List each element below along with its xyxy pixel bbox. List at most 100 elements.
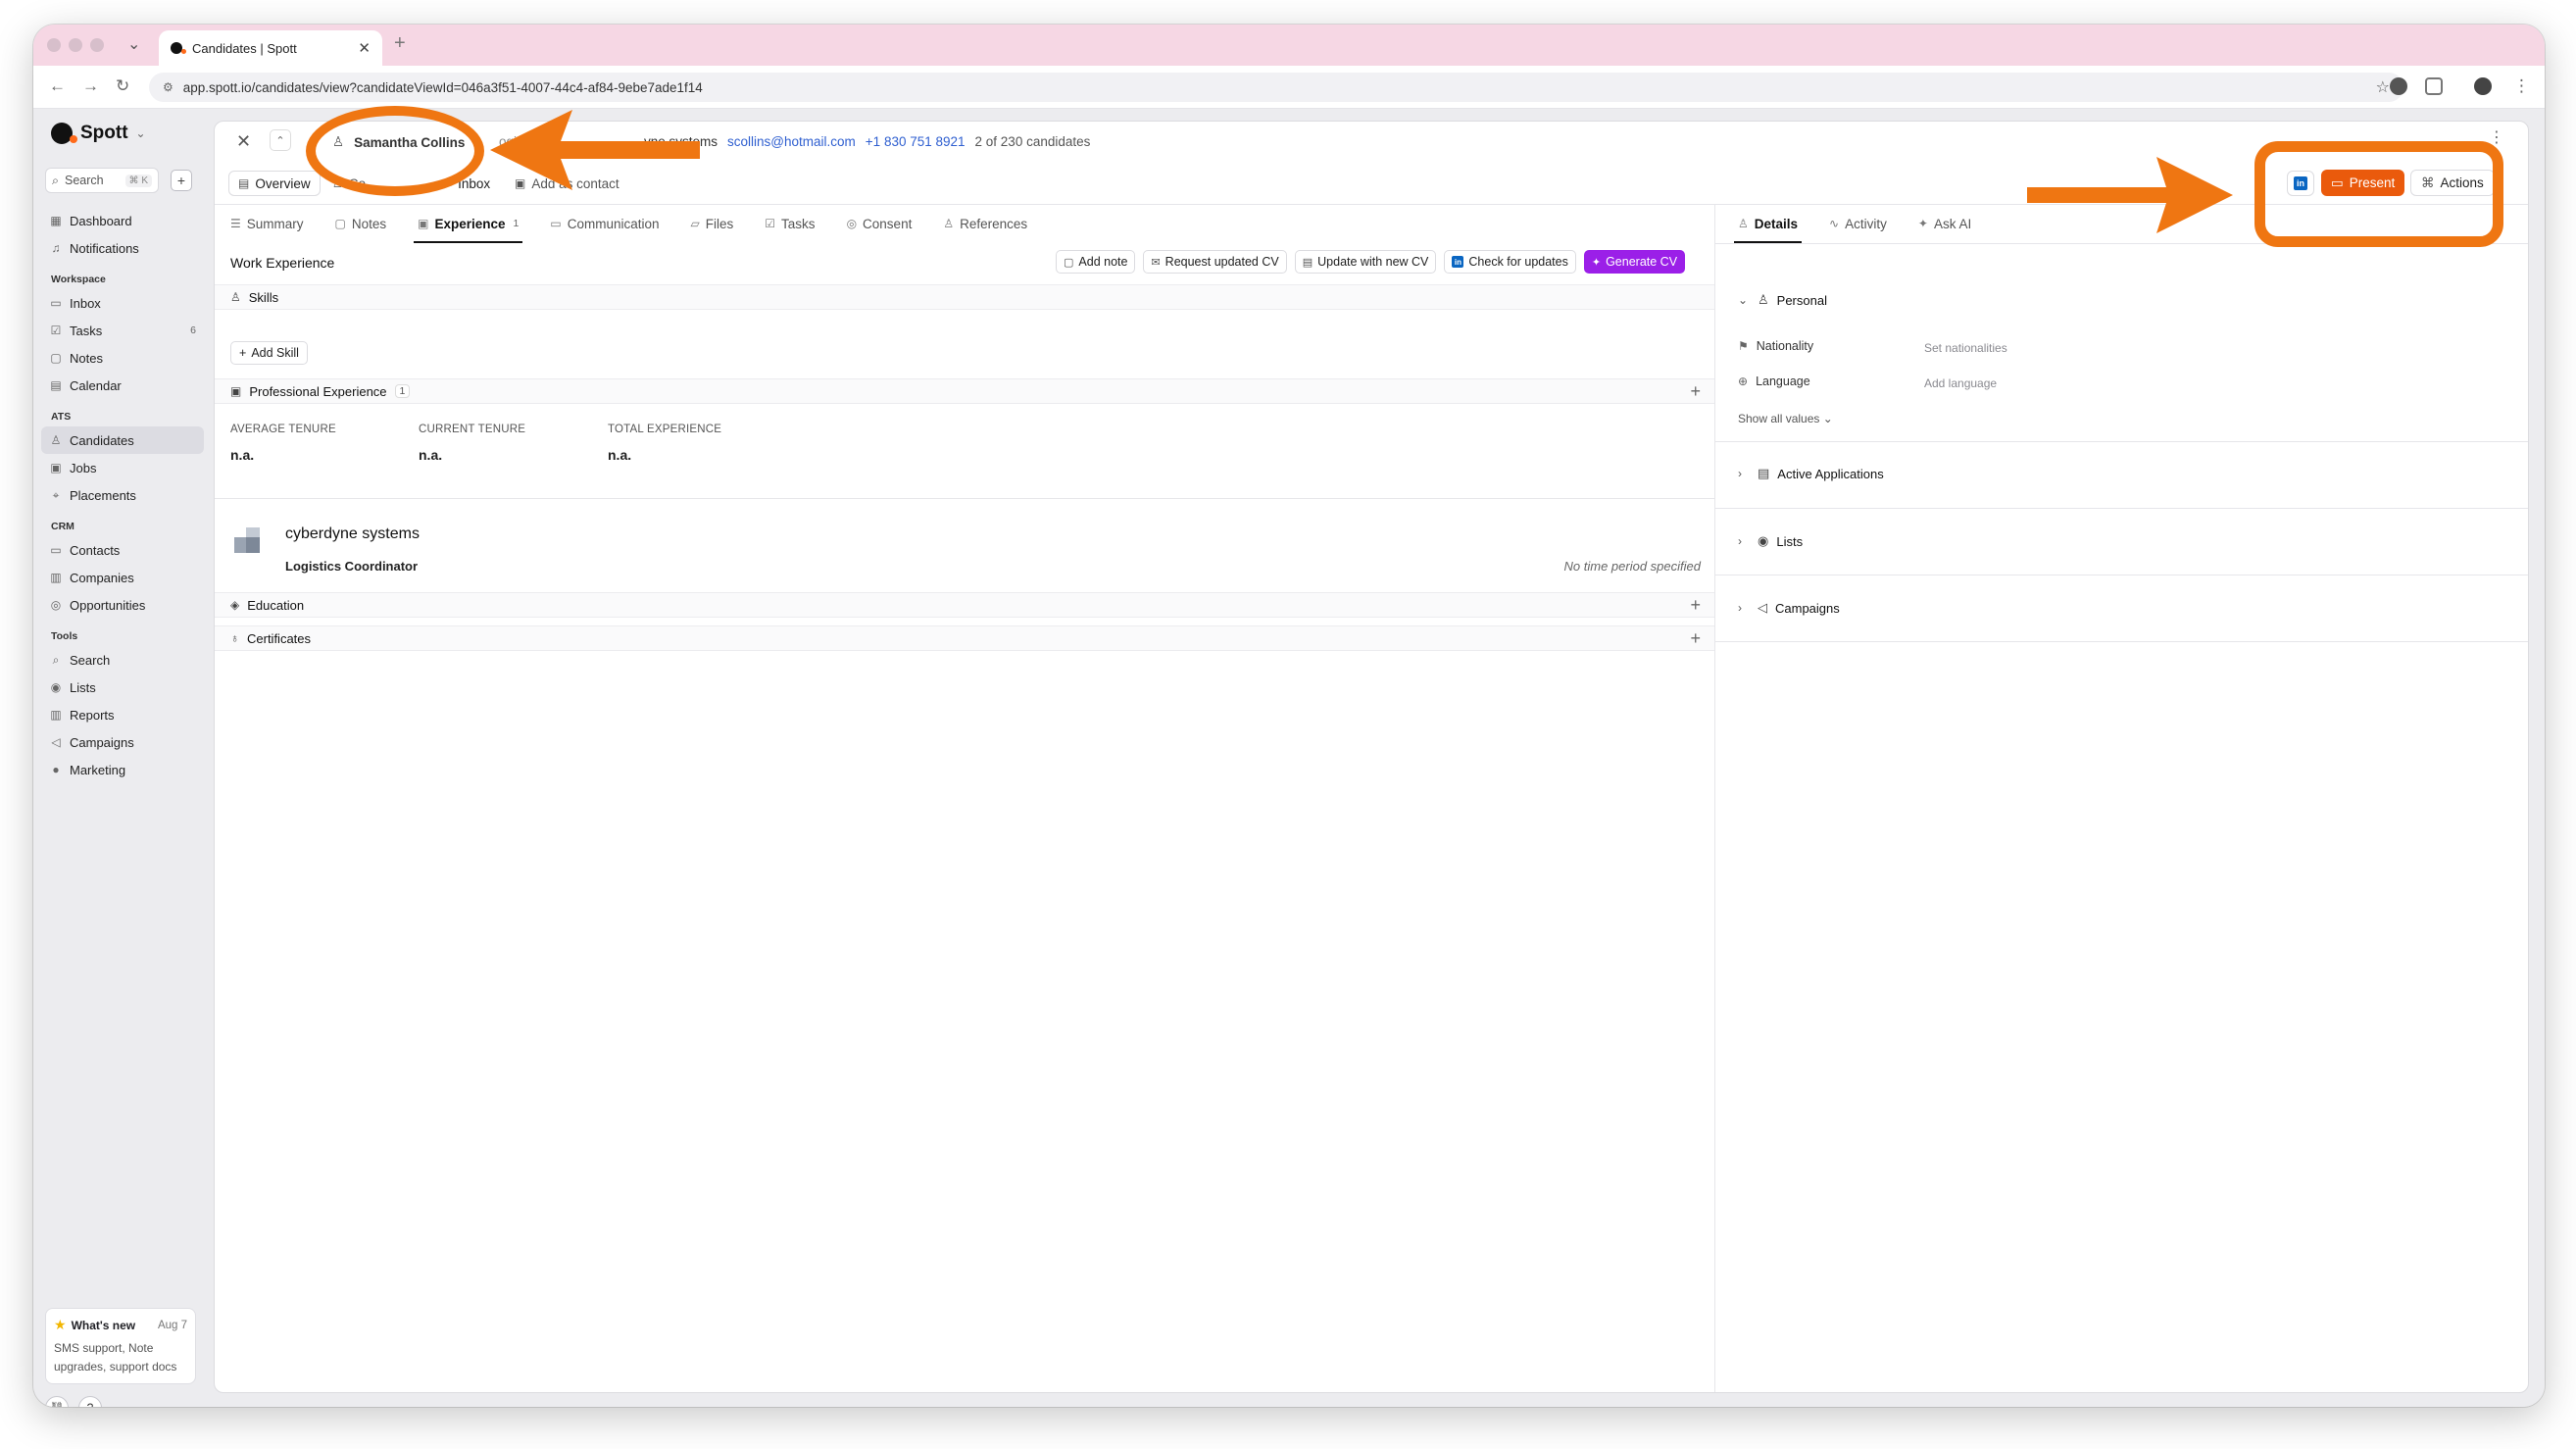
tab-communication[interactable]: ▭ Communication — [534, 204, 674, 243]
sidebar-item-label: Campaigns — [70, 734, 134, 750]
experience-role: Logistics Coordinator — [285, 559, 419, 574]
sidebar-nav: ▦ Dashboard ♫ Notifications Workspace ▭ … — [41, 207, 204, 783]
section-label: Campaigns — [1775, 600, 1840, 616]
link-icon[interactable]: ⛓ — [45, 1396, 69, 1407]
add-skill-label: Add Skill — [251, 346, 299, 360]
sidebar-item-companies[interactable]: ▥ Companies — [41, 564, 204, 591]
request-updated-cv-button[interactable]: ✉ Request updated CV — [1143, 250, 1287, 274]
close-panel-icon[interactable]: ✕ — [236, 131, 251, 152]
maximize-window-icon[interactable] — [90, 38, 104, 52]
education-header[interactable]: ◈ Education + — [215, 592, 1714, 618]
tab-experience[interactable]: ▣ Experience 1 — [402, 204, 534, 243]
message-icon: ▭ — [550, 217, 562, 230]
extensions-puzzle-icon[interactable] — [2425, 77, 2443, 95]
sidebar-item-candidates[interactable]: ♙ Candidates — [41, 426, 204, 454]
sidebar-item-dashboard[interactable]: ▦ Dashboard — [41, 207, 204, 234]
applications-icon: ▤ — [1758, 466, 1770, 480]
star-icon: ★ — [54, 1317, 67, 1332]
update-with-new-cv-button[interactable]: ▤ Update with new CV — [1294, 250, 1437, 274]
check-for-updates-button[interactable]: in Check for updates — [1444, 250, 1576, 274]
browser-tabstrip: ⌄ Candidates | Spott ✕ + — [33, 25, 2545, 66]
sidebar-item-tasks[interactable]: ☑ Tasks 6 — [41, 317, 204, 344]
nationality-value[interactable]: Set nationalities — [1924, 341, 2007, 355]
personal-section-header[interactable]: ⌄ ♙ Personal — [1722, 292, 2528, 308]
tab-summary[interactable]: ☰ Summary — [215, 204, 320, 243]
sidebar-section-title: ATS — [51, 411, 72, 423]
sidebar-item-search[interactable]: ⌕ Search — [41, 646, 204, 674]
minimize-window-icon[interactable] — [69, 38, 82, 52]
show-all-values-link[interactable]: Show all values ⌄ — [1738, 412, 1833, 425]
site-settings-icon[interactable]: ⚙ — [163, 80, 173, 94]
tab-consent[interactable]: ◎ Consent — [831, 204, 928, 243]
tab-notes[interactable]: ▢ Notes — [320, 204, 403, 243]
profile-avatar-icon[interactable] — [2474, 77, 2492, 95]
previous-candidate-button[interactable]: ⌃ — [270, 129, 291, 151]
search-icon: ⌕ — [52, 173, 60, 187]
add-education-icon[interactable]: + — [1690, 595, 1701, 616]
tab-label: Ask AI — [1933, 216, 1972, 231]
sidebar-item-contacts[interactable]: ▭ Contacts — [41, 536, 204, 564]
add-skill-button[interactable]: + Add Skill — [230, 341, 308, 365]
company-logo-icon — [234, 527, 260, 553]
tab-tasks[interactable]: ☑ Tasks — [749, 204, 830, 243]
sidebar-item-reports[interactable]: ▥ Reports — [41, 701, 204, 728]
brand-logo[interactable]: Spott ⌄ — [51, 123, 146, 144]
notes-icon: ▢ — [334, 217, 346, 230]
candidate-phone-link[interactable]: +1 830 751 8921 — [866, 134, 966, 149]
generate-cv-button[interactable]: ✦ Generate CV — [1583, 250, 1686, 274]
browser-menu-icon[interactable]: ⋮ — [2513, 76, 2530, 96]
tab-files[interactable]: ▱ Files — [675, 204, 750, 243]
overview-button[interactable]: ▤ Overview — [228, 171, 321, 196]
sidebar-item-inbox[interactable]: ▭ Inbox — [41, 289, 204, 317]
sidebar-item-marketing[interactable]: ● Marketing — [41, 756, 204, 783]
campaigns-section[interactable]: › ◁ Campaigns — [1722, 600, 2528, 616]
url-text[interactable]: app.spott.io/candidates/view?candidateVi… — [183, 80, 2366, 95]
browser-tab[interactable]: Candidates | Spott ✕ — [159, 30, 382, 66]
skills-header[interactable]: ♙ Skills — [215, 284, 1714, 310]
activity-icon: ∿ — [1829, 217, 1840, 230]
certificates-header[interactable]: ♁ Certificates + — [215, 625, 1714, 651]
mail-icon: ✉ — [1151, 256, 1161, 269]
tab-activity[interactable]: ∿ Activity — [1813, 204, 1903, 243]
lists-section[interactable]: › ◉ Lists — [1722, 533, 2528, 549]
briefcase-icon: ▣ — [230, 384, 242, 398]
professional-experience-header[interactable]: ▣ Professional Experience 1 + — [215, 378, 1714, 404]
sidebar-item-notifications[interactable]: ♫ Notifications — [41, 234, 204, 262]
tab-list-chevron-icon[interactable]: ⌄ — [127, 34, 140, 54]
experience-company[interactable]: cyberdyne systems — [285, 525, 420, 543]
new-tab-icon[interactable]: + — [394, 32, 406, 55]
help-icon[interactable]: ? — [78, 1396, 102, 1407]
sidebar-item-lists[interactable]: ◉ Lists — [41, 674, 204, 701]
add-experience-icon[interactable]: + — [1690, 381, 1701, 402]
tab-label: Tasks — [781, 216, 816, 231]
sidebar-item-campaigns[interactable]: ◁ Campaigns — [41, 728, 204, 756]
tab-ask-ai[interactable]: ✦ Ask AI — [1903, 204, 1987, 243]
sidebar-item-placements[interactable]: ⌖ Placements — [41, 481, 204, 509]
marketing-icon: ● — [52, 763, 60, 776]
chevron-right-icon: › — [1738, 601, 1742, 615]
close-tab-icon[interactable]: ✕ — [358, 39, 371, 57]
sidebar-search-label: Search — [65, 174, 104, 187]
reload-icon[interactable]: ↻ — [116, 76, 129, 96]
sidebar-search[interactable]: ⌕ Search ⌘ K — [45, 168, 159, 193]
candidate-email-link[interactable]: scollins@hotmail.com — [727, 134, 856, 149]
active-applications-section[interactable]: › ▤ Active Applications — [1722, 466, 2528, 481]
url-bar[interactable]: ⚙ app.spott.io/candidates/view?candidate… — [149, 73, 2403, 102]
language-value[interactable]: Add language — [1924, 376, 1997, 390]
list-icon: ◉ — [1758, 533, 1769, 548]
add-certificate-icon[interactable]: + — [1690, 628, 1701, 649]
sidebar-item-opportunities[interactable]: ◎ Opportunities — [41, 591, 204, 619]
new-item-button[interactable]: + — [171, 170, 192, 191]
sidebar-item-notes[interactable]: ▢ Notes — [41, 344, 204, 372]
bookmark-star-icon[interactable]: ☆ — [2376, 77, 2390, 97]
close-window-icon[interactable] — [47, 38, 61, 52]
sidebar-item-jobs[interactable]: ▣ Jobs — [41, 454, 204, 481]
tab-details[interactable]: ♙ Details — [1722, 204, 1813, 243]
whats-new-card[interactable]: ★ What's new Aug 7 SMS support, Note upg… — [45, 1308, 196, 1384]
tab-references[interactable]: ♙ References — [927, 204, 1043, 243]
add-note-button[interactable]: ▢ Add note — [1056, 250, 1136, 274]
forward-arrow-icon[interactable]: → — [82, 76, 99, 96]
back-arrow-icon[interactable]: ← — [49, 76, 66, 96]
extension-icon[interactable] — [2390, 77, 2407, 95]
sidebar-item-calendar[interactable]: ▤ Calendar — [41, 372, 204, 399]
